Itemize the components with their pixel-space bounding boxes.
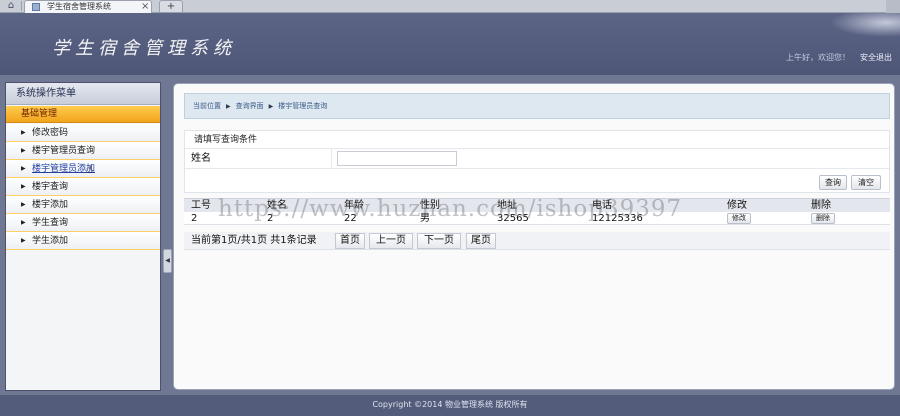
browser-tab-strip: ⌂ 学生宿舍管理系统 × + xyxy=(0,0,900,13)
search-form-row: 姓名 xyxy=(185,149,889,169)
breadcrumb-item[interactable]: 当前位置 xyxy=(193,102,221,110)
last-page-button[interactable]: 尾页 xyxy=(466,233,496,249)
delete-row-button[interactable]: 删除 xyxy=(811,213,835,224)
arrow-right-icon: ▶ xyxy=(21,129,26,136)
app-title: 学生宿舍管理系统 xyxy=(52,38,236,59)
header-decoration xyxy=(830,13,900,37)
hand-cursor-icon: ☝ xyxy=(86,162,94,176)
cell-gender: 男 xyxy=(420,213,430,224)
tab-divider xyxy=(21,1,22,11)
cell-age: 22 xyxy=(344,213,357,224)
sidebar-menu: ▶ 修改密码 ▶ 楼宇管理员查询 ▶ 楼宇管理员添加 ☝ ▶ 楼宇查询 ▶ 楼宇… xyxy=(6,124,160,250)
browser-tab[interactable]: 学生宿舍管理系统 × xyxy=(24,0,152,13)
cell-address: 32565 xyxy=(497,213,529,224)
arrow-right-icon: ▶ xyxy=(21,147,26,154)
sidebar-item-building-admin-query[interactable]: ▶ 楼宇管理员查询 xyxy=(6,142,160,160)
copyright-text: Copyright ©2014 物业管理系统 版权所有 xyxy=(372,400,528,409)
sidebar-item-building-add[interactable]: ▶ 楼宇添加 xyxy=(6,196,160,214)
sidebar-item-student-add[interactable]: ▶ 学生添加 xyxy=(6,232,160,250)
sidebar: 系统操作菜单 基础管理 ▶ 修改密码 ▶ 楼宇管理员查询 ▶ 楼宇管理员添加 ☝… xyxy=(5,82,161,391)
arrow-right-icon: ▶ xyxy=(21,219,26,226)
sidebar-item-building-admin-add[interactable]: ▶ 楼宇管理员添加 ☝ xyxy=(6,160,160,178)
sidebar-item-label: 楼宇查询 xyxy=(32,182,69,192)
column-header-id: 工号 xyxy=(191,200,211,211)
arrow-right-icon: ▶ xyxy=(21,165,26,172)
sidebar-item-label: 学生查询 xyxy=(32,218,69,228)
column-header-delete: 删除 xyxy=(811,200,831,211)
pagination: 当前第1页/共1页 共1条记录 首页 上一页 下一页 尾页 xyxy=(184,232,890,250)
search-form-title: 请填写查询条件 xyxy=(185,131,889,149)
sidebar-item-change-password[interactable]: ▶ 修改密码 xyxy=(6,124,160,142)
clear-button[interactable]: 清空 xyxy=(851,175,881,190)
cell-phone: 12125336 xyxy=(592,213,643,224)
cell-id: 2 xyxy=(191,213,198,224)
next-page-button[interactable]: 下一页 xyxy=(417,233,461,249)
table-header-row: 工号 姓名 年龄 性别 地址 电话 修改 删除 xyxy=(184,198,890,212)
sidebar-item-building-query[interactable]: ▶ 楼宇查询 xyxy=(6,178,160,196)
breadcrumb-separator-icon: ▶ xyxy=(226,103,231,110)
collapse-sidebar-button[interactable]: ◀ xyxy=(163,249,172,273)
table-row: 2 2 22 男 32565 12125336 修改 删除 xyxy=(184,212,890,225)
sidebar-item-student-query[interactable]: ▶ 学生查询 xyxy=(6,214,160,232)
pagination-info: 当前第1页/共1页 共1条记录 xyxy=(191,235,317,246)
breadcrumb-item: 楼宇管理员查询 xyxy=(278,102,328,110)
page-favicon-icon xyxy=(32,3,40,11)
menu-group-basic-management[interactable]: 基础管理 xyxy=(6,106,160,123)
name-label: 姓名 xyxy=(191,149,332,168)
sidebar-item-label: 楼宇管理员查询 xyxy=(32,146,96,156)
footer: Copyright ©2014 物业管理系统 版权所有 xyxy=(0,395,900,416)
sidebar-item-label: 修改密码 xyxy=(32,128,69,138)
column-header-gender: 性别 xyxy=(420,200,440,211)
column-header-name: 姓名 xyxy=(267,200,287,211)
column-header-age: 年龄 xyxy=(344,200,364,211)
arrow-right-icon: ▶ xyxy=(21,183,26,190)
home-icon[interactable]: ⌂ xyxy=(4,0,18,12)
name-input[interactable] xyxy=(337,151,457,166)
main-panel: 当前位置 ▶ 查询界面 ▶ 楼宇管理员查询 请填写查询条件 姓名 查询 清空 工号 姓名… xyxy=(173,83,895,390)
sidebar-title: 系统操作菜单 xyxy=(6,83,160,105)
breadcrumb-item[interactable]: 查询界面 xyxy=(236,102,264,110)
app-header: 学生宿舍管理系统 上午好，欢迎您！ 安全退出 xyxy=(0,13,900,75)
column-header-edit: 修改 xyxy=(727,200,747,211)
query-button[interactable]: 查询 xyxy=(819,175,847,190)
new-tab-button[interactable]: + xyxy=(159,0,183,12)
arrow-right-icon: ▶ xyxy=(21,201,26,208)
greeting-text: 上午好，欢迎您！ xyxy=(786,53,850,62)
breadcrumb-separator-icon: ▶ xyxy=(268,103,274,110)
column-header-phone: 电话 xyxy=(592,200,612,211)
edit-row-button[interactable]: 修改 xyxy=(727,213,751,224)
browser-tab-title: 学生宿舍管理系统 xyxy=(47,2,111,11)
breadcrumb: 当前位置 ▶ 查询界面 ▶ 楼宇管理员查询 xyxy=(184,93,890,119)
column-header-address: 地址 xyxy=(497,200,517,211)
sidebar-item-label: 学生添加 xyxy=(32,236,69,246)
logout-link[interactable]: 安全退出 xyxy=(860,52,892,63)
search-form: 请填写查询条件 姓名 查询 清空 xyxy=(184,130,890,193)
result-table: 工号 姓名 年龄 性别 地址 电话 修改 删除 2 2 22 男 32565 1… xyxy=(184,198,890,250)
tab-strip-scroll[interactable] xyxy=(886,0,900,13)
sidebar-item-label: 楼宇添加 xyxy=(32,200,69,210)
first-page-button[interactable]: 首页 xyxy=(335,233,365,249)
prev-page-button[interactable]: 上一页 xyxy=(369,233,413,249)
cell-name: 2 xyxy=(267,213,274,224)
close-tab-icon[interactable]: × xyxy=(141,1,149,13)
arrow-right-icon: ▶ xyxy=(21,237,26,244)
